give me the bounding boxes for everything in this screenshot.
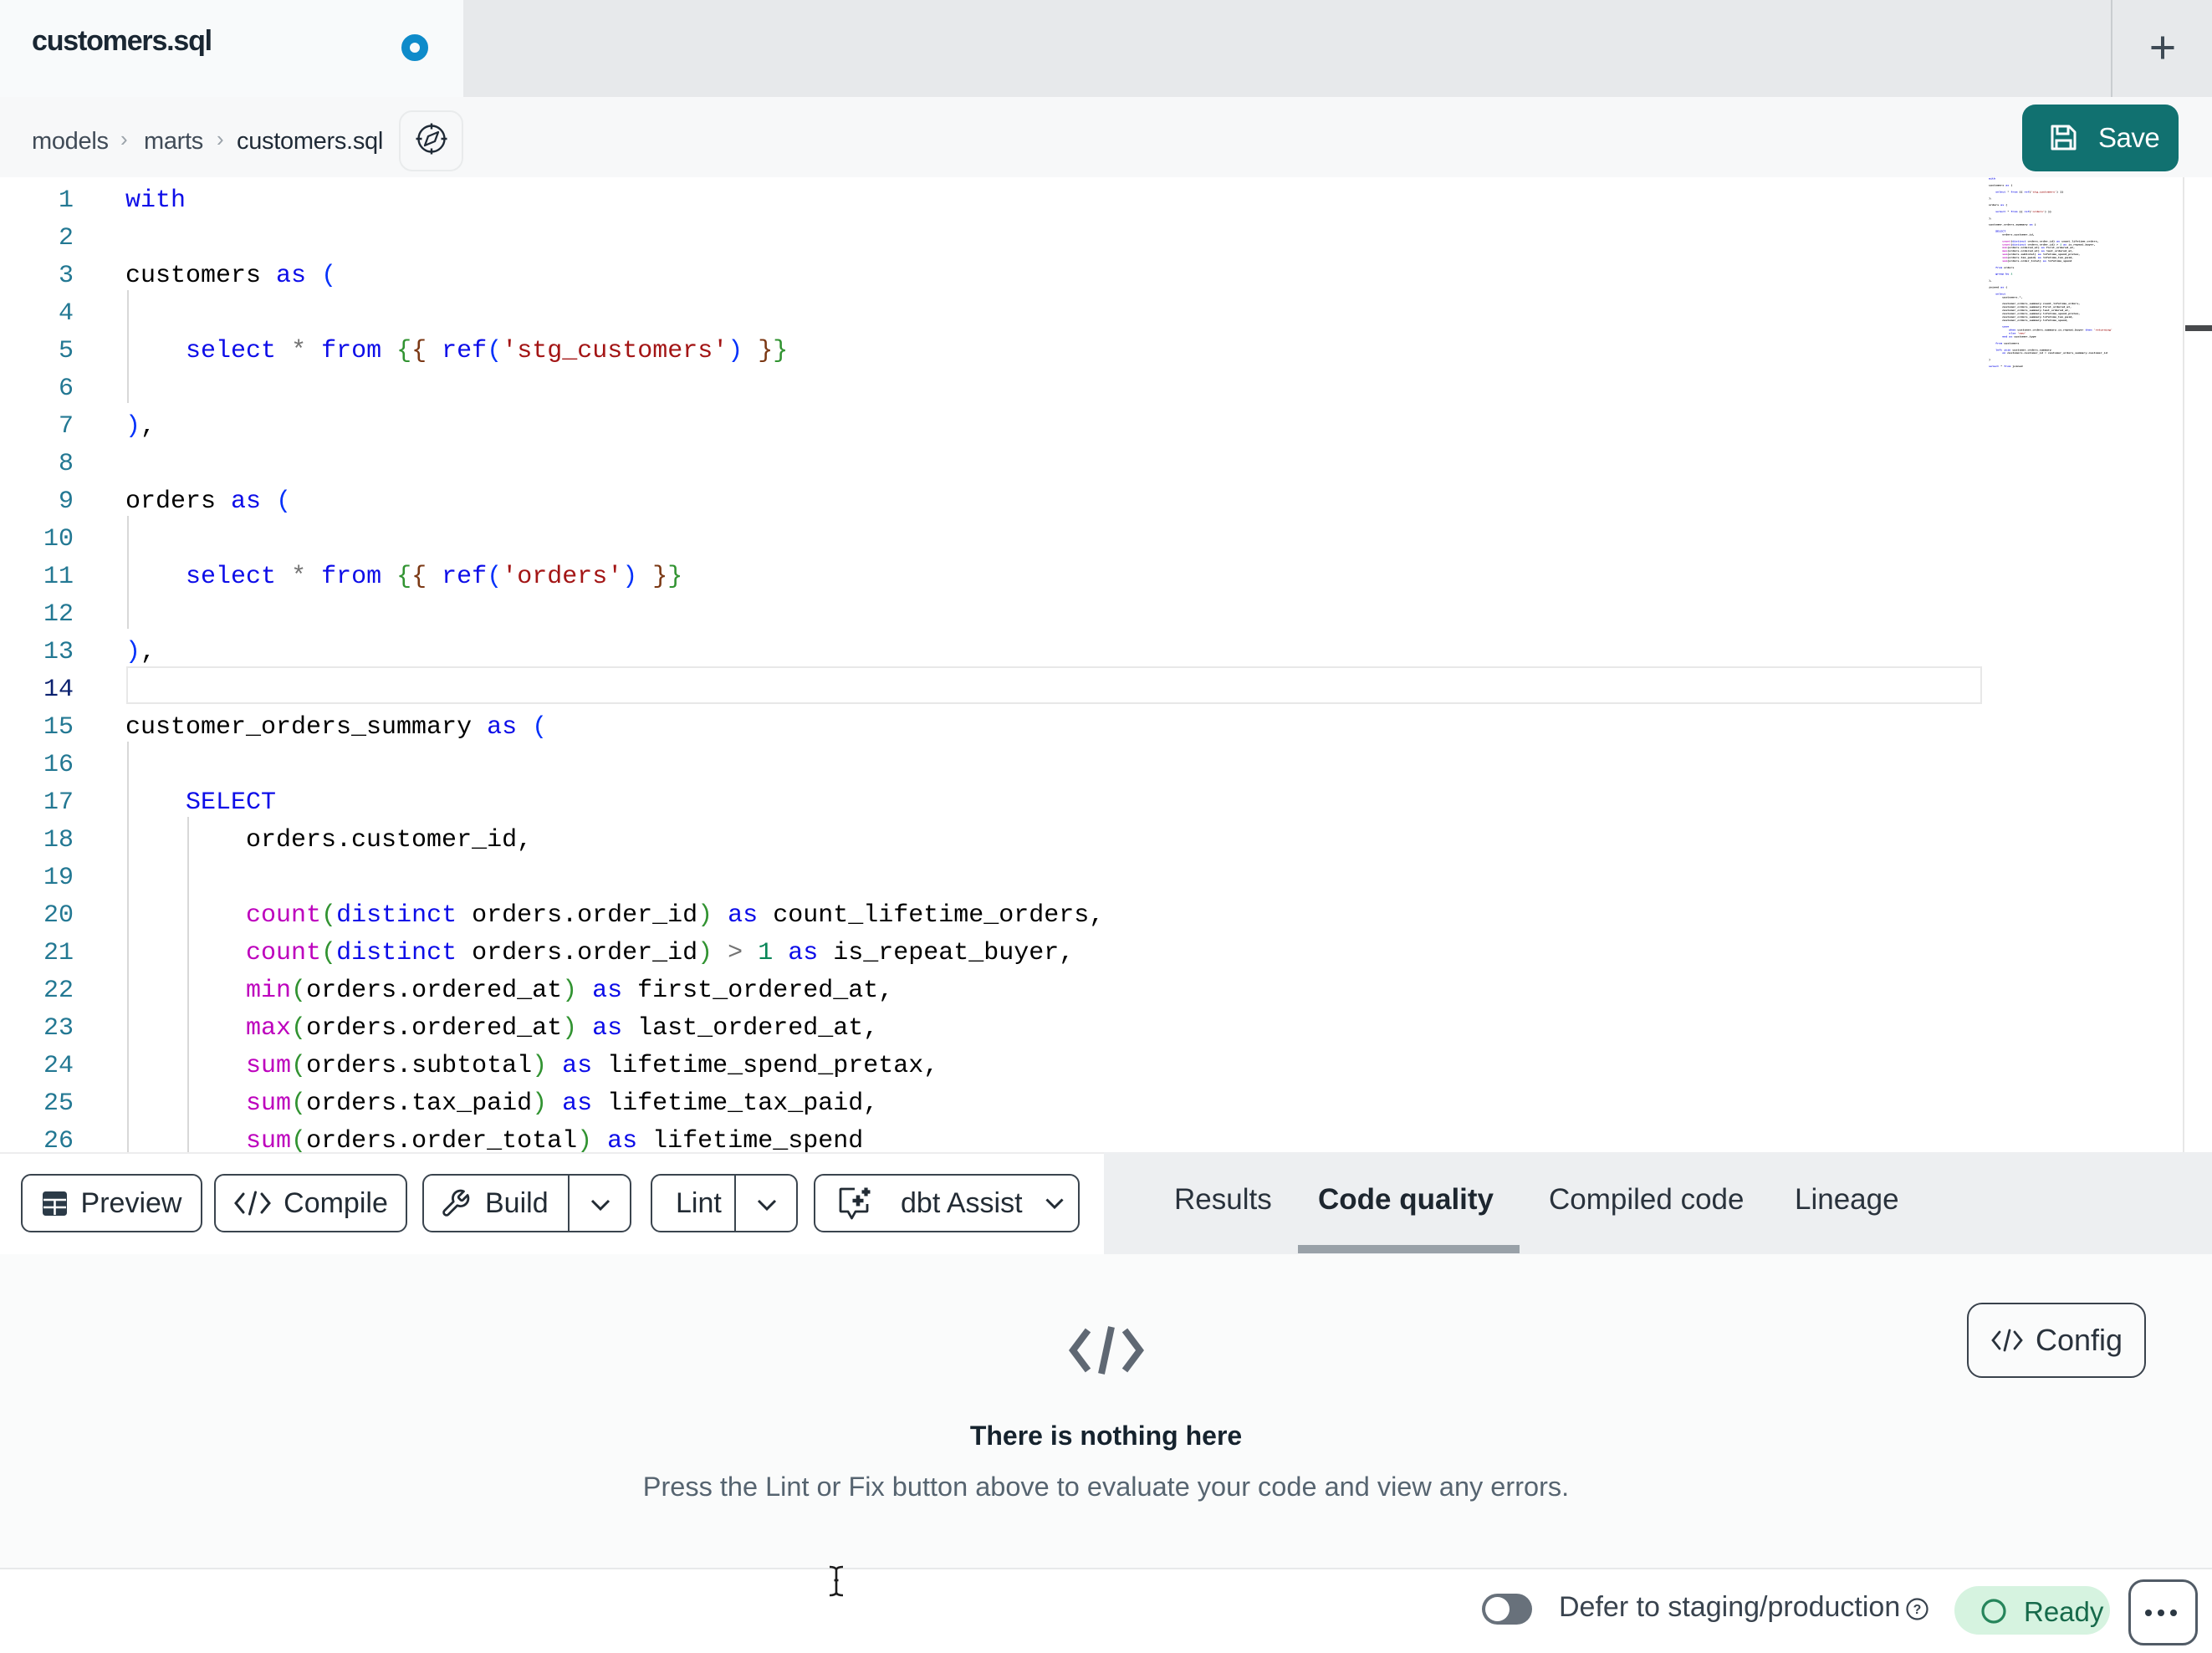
svg-text:?: ? (1913, 1603, 1922, 1617)
